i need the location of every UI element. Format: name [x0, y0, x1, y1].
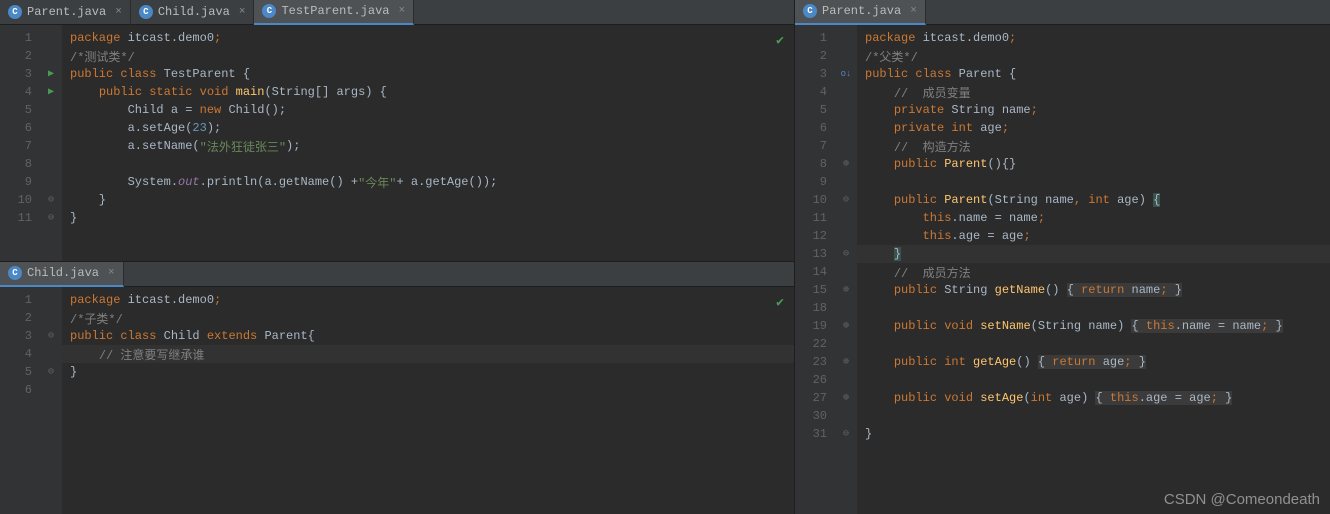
code-line[interactable]: public void setAge(int age) { this.age =…	[857, 389, 1330, 407]
fold-icon[interactable]: ⊕	[843, 356, 849, 368]
code-line[interactable]: public static void main(String[] args) {	[62, 83, 794, 101]
code-line[interactable]	[857, 335, 1330, 353]
tab-child-java[interactable]: C Child.java ×	[131, 0, 255, 25]
fold-icon[interactable]: ⊖	[843, 194, 849, 206]
code-line[interactable]: package itcast.demo0;	[62, 29, 794, 47]
code-line[interactable]: Child a = new Child();	[62, 101, 794, 119]
fold-icon[interactable]: ⊖	[48, 330, 54, 342]
code-line[interactable]	[857, 407, 1330, 425]
fold-gutter[interactable]: o↓ ⊕ ⊖ ⊖ ⊕ ⊕ ⊕ ⊕ ⊖	[835, 25, 857, 514]
java-class-icon: C	[139, 5, 153, 19]
code-line[interactable]: a.setAge(23);	[62, 119, 794, 137]
code-line[interactable]	[857, 173, 1330, 191]
code-line[interactable]: this.age = age;	[857, 227, 1330, 245]
code-line[interactable]	[62, 155, 794, 173]
code-line[interactable]	[62, 381, 794, 399]
java-class-icon: C	[262, 4, 276, 18]
fold-icon[interactable]: ⊖	[843, 248, 849, 260]
tab-label: Parent.java	[822, 4, 901, 18]
code-line[interactable]: public Parent(String name, int age) {	[857, 191, 1330, 209]
close-icon[interactable]: ×	[115, 6, 122, 18]
tab-label: Child.java	[27, 266, 99, 280]
code-line[interactable]: private int age;	[857, 119, 1330, 137]
code-line[interactable]: /*子类*/	[62, 309, 794, 327]
status-ok-icon: ✔	[776, 295, 784, 310]
java-class-icon: C	[8, 266, 22, 280]
editor-pane-top-left[interactable]: C Parent.java × C Child.java × C TestParent.jav…	[0, 0, 794, 262]
fold-icon[interactable]: ⊖	[843, 428, 849, 440]
tab-label: TestParent.java	[281, 4, 389, 18]
tab-bar: C Parent.java ×	[795, 0, 1330, 25]
code-content[interactable]: package itcast.demo0;/*测试类*/public class…	[62, 25, 794, 261]
code-line[interactable]: private String name;	[857, 101, 1330, 119]
code-line[interactable]: // 成员方法	[857, 263, 1330, 281]
code-line[interactable]: }	[857, 245, 1330, 263]
code-line[interactable]	[857, 299, 1330, 317]
run-gutter-icon[interactable]: ▶	[48, 68, 54, 80]
fold-icon[interactable]: ⊕	[843, 158, 849, 170]
line-numbers[interactable]: 1234567891011	[0, 25, 40, 261]
fold-gutter[interactable]: ⊖⊖	[40, 287, 62, 514]
java-class-icon: C	[803, 4, 817, 18]
java-class-icon: C	[8, 5, 22, 19]
fold-icon[interactable]: ⊖	[48, 194, 54, 206]
code-content[interactable]: package itcast.demo0;/*父类*/public class …	[857, 25, 1330, 514]
tab-label: Parent.java	[27, 5, 106, 19]
run-gutter-icon[interactable]: ▶	[48, 86, 54, 98]
code-line[interactable]: }	[857, 425, 1330, 443]
code-line[interactable]: public int getAge() { return age; }	[857, 353, 1330, 371]
code-line[interactable]: public Parent(){}	[857, 155, 1330, 173]
close-icon[interactable]: ×	[108, 267, 115, 279]
fold-icon[interactable]: ⊕	[843, 392, 849, 404]
tab-child-java[interactable]: C Child.java ×	[0, 262, 124, 287]
close-icon[interactable]: ×	[910, 5, 917, 17]
code-line[interactable]: // 注意要写继承谁	[62, 345, 794, 363]
code-line[interactable]: /*父类*/	[857, 47, 1330, 65]
tab-testparent-java[interactable]: C TestParent.java ×	[254, 0, 414, 25]
tab-parent-java[interactable]: C Parent.java ×	[795, 0, 926, 25]
tab-bar: C Child.java ×	[0, 262, 794, 287]
code-line[interactable]: package itcast.demo0;	[857, 29, 1330, 47]
code-line[interactable]: // 构造方法	[857, 137, 1330, 155]
code-line[interactable]: package itcast.demo0;	[62, 291, 794, 309]
tab-parent-java[interactable]: C Parent.java ×	[0, 0, 131, 25]
editor-pane-bottom-left[interactable]: CChild.java× 123456 ⊖⊖ package itcast.de…	[0, 262, 794, 514]
fold-icon[interactable]: ⊖	[48, 366, 54, 378]
line-numbers[interactable]: 123456	[0, 287, 40, 514]
code-line[interactable]: public String getName() { return name; }	[857, 281, 1330, 299]
code-line[interactable]: System.out.println(a.getName() +"今年"+ a.…	[62, 173, 794, 191]
watermark: CSDN @Comeondeath	[1164, 491, 1320, 508]
tab-label: Child.java	[158, 5, 230, 19]
editor-pane-right[interactable]: C Parent.java × 12345678910111213141518192…	[795, 0, 1330, 514]
code-line[interactable]: public class Child extends Parent{	[62, 327, 794, 345]
code-line[interactable]: this.name = name;	[857, 209, 1330, 227]
close-icon[interactable]: ×	[398, 5, 405, 17]
code-line[interactable]: public class Parent {	[857, 65, 1330, 83]
fold-gutter[interactable]: ▶ ▶ ⊖ ⊖	[40, 25, 62, 261]
tab-bar: C Parent.java × C Child.java × C TestParent.jav…	[0, 0, 794, 25]
fold-icon[interactable]: ⊖	[48, 212, 54, 224]
fold-icon[interactable]: ⊕	[843, 284, 849, 296]
code-line[interactable]: public void setName(String name) { this.…	[857, 317, 1330, 335]
code-line[interactable]: // 成员变量	[857, 83, 1330, 101]
code-line[interactable]	[857, 371, 1330, 389]
code-line[interactable]: }	[62, 363, 794, 381]
code-line[interactable]: public class TestParent {	[62, 65, 794, 83]
status-ok-icon: ✔	[776, 33, 784, 48]
code-content[interactable]: package itcast.demo0;/*子类*/public class …	[62, 287, 794, 514]
line-numbers[interactable]: 1234567891011121314151819222326273031	[795, 25, 835, 514]
code-line[interactable]: /*测试类*/	[62, 47, 794, 65]
code-line[interactable]: }	[62, 209, 794, 227]
fold-icon[interactable]: ⊕	[843, 320, 849, 332]
code-line[interactable]: a.setName("法外狂徒张三");	[62, 137, 794, 155]
close-icon[interactable]: ×	[239, 6, 246, 18]
override-gutter-icon[interactable]: o↓	[841, 69, 852, 79]
code-line[interactable]: }	[62, 191, 794, 209]
